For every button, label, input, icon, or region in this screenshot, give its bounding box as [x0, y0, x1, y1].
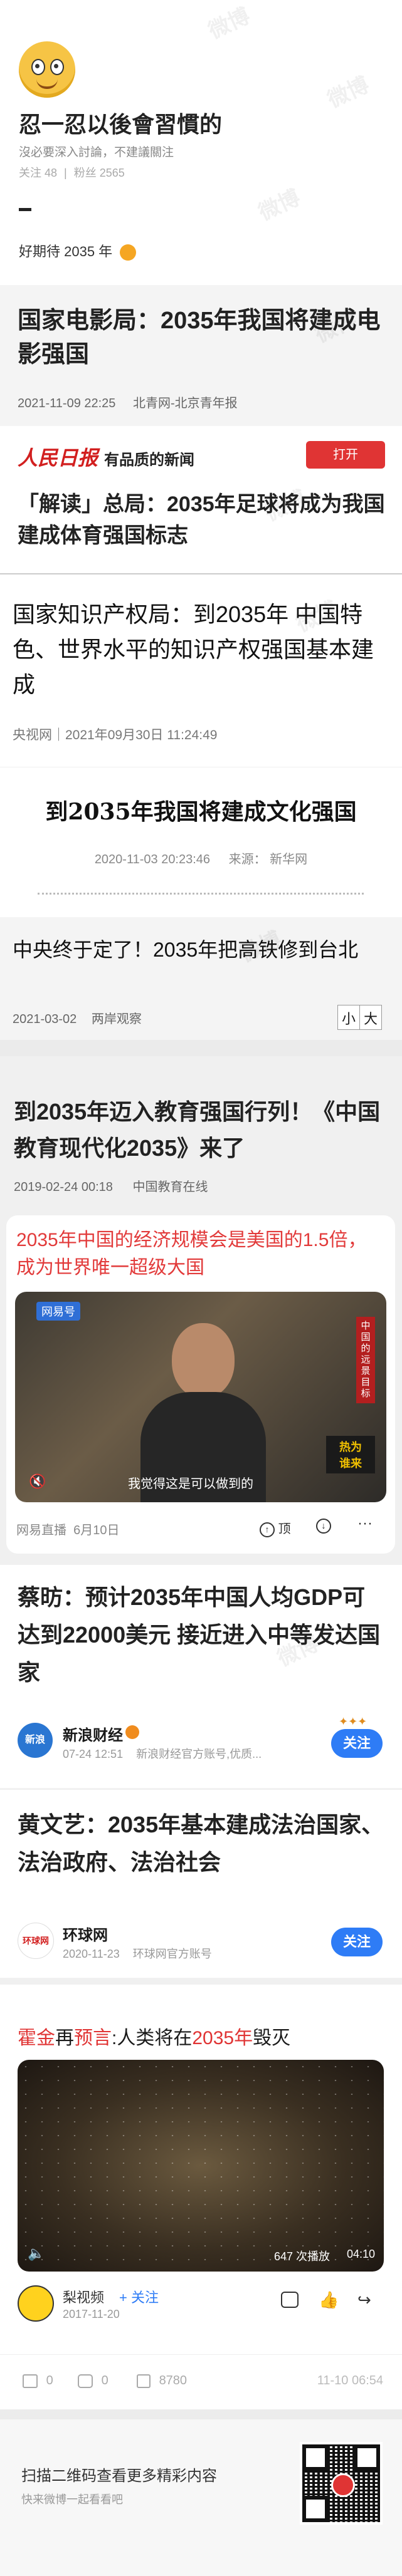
follow-button[interactable]: 关注	[331, 1729, 383, 1758]
article-date: 2021-03-02	[13, 1012, 77, 1026]
open-app-button[interactable]: 打开	[306, 441, 385, 469]
follow-link[interactable]: + 关注	[119, 2287, 159, 2307]
post-title: 黄文艺：2035年基本建成法治国家、法治政府、法治社会	[18, 1812, 384, 1875]
article-meta: 2019-02-24 00:18 中国教育在线	[14, 1176, 208, 1195]
repost-count[interactable]: 0	[23, 2374, 53, 2388]
article-card-film[interactable]: 国家电影局：2035年我国将建成电影强国 2021-11-09 22:25 北青…	[0, 285, 402, 426]
dash-icon	[19, 208, 31, 211]
video-card[interactable]: 2035年中国的经济规模会是美国的1.5倍，成为世界唯一超级大国 网易号 中国的…	[6, 1215, 395, 1554]
profile-name: 忍一忍以後會習慣的	[19, 112, 223, 137]
qr-code[interactable]	[300, 2442, 383, 2525]
share-icon[interactable]: ↪	[357, 2290, 371, 2310]
footer-line1: 扫描二维码查看更多精彩内容	[21, 2468, 217, 2485]
video-source-badge: 网易号	[36, 1302, 80, 1321]
article-card-rail[interactable]: 中央终于定了！2035年把高铁修到台北 2021-03-02 两岸观察 小 大 …	[0, 917, 402, 1040]
mute-icon[interactable]: 🔈	[28, 2245, 45, 2262]
comment-icon	[78, 2374, 93, 2388]
article-title: 国家电影局：2035年我国将建成电影强国	[18, 308, 381, 368]
upvote-button[interactable]: ↑ 顶	[260, 1519, 291, 1537]
brand-logo: 人民日报	[18, 446, 98, 470]
avatar[interactable]	[19, 41, 75, 98]
article-date: 2021-11-09 22:25	[18, 397, 116, 410]
more-icon[interactable]: ···	[357, 1515, 373, 1532]
post-text: 好期待 2035 年	[19, 244, 113, 259]
post-stats-bar: 0 0 8780 11-10 06:54	[0, 2354, 402, 2410]
article-title: 国家知识产权局：到2035年 中国特色、世界水平的知识产权强国基本建成	[13, 601, 374, 697]
article-source: 来源： 新华网	[228, 853, 308, 866]
article-source: 中国教育在线	[132, 1180, 208, 1194]
video-duration: 04:10	[346, 2248, 375, 2260]
comment-count[interactable]: 0	[78, 2374, 108, 2388]
weibo-post-law[interactable]: 黄文艺：2035年基本建成法治国家、法治政府、法治社会 环球网 环球网 2020…	[0, 1789, 402, 1978]
fans-count[interactable]: 粉丝 2565	[74, 167, 125, 179]
festive-decoration-icon: ✦✦✦	[339, 1715, 368, 1728]
video-player[interactable]: 🔈 647 次播放 04:10	[18, 2060, 384, 2272]
post-title: 蔡昉：预计2035年中国人均GDP可达到22000美元 接近进入中等发达国家	[18, 1584, 381, 1685]
article-date: 2019-02-24 00:18	[14, 1180, 113, 1194]
brand-slogan: 有品质的新闻	[104, 450, 194, 469]
profile-stats: 关注 48 | 粉丝 2565	[19, 167, 125, 179]
down-arrow-icon[interactable]: ↓	[316, 1519, 331, 1534]
video-footer: 网易直播 6月10日	[16, 1524, 120, 1537]
article-date: 2020-11-03 20:23:46	[94, 853, 211, 866]
post-headline: 霍金再预言:人类将在2035年毁灭	[18, 2028, 291, 2049]
video-views: 647 次播放	[273, 2250, 330, 2263]
stars-overlay	[18, 2060, 384, 2272]
video-tag: 热为 谁来	[326, 1436, 375, 1473]
user-name[interactable]: 新浪财经	[63, 1723, 123, 1745]
weibo-post-gdp[interactable]: 蔡昉：预计2035年中国人均GDP可达到22000美元 接近进入中等发达国家 新…	[0, 1565, 402, 1788]
video-player[interactable]: 网易号 中国的远景目标 热为 谁来 我觉得这是可以做到的 🔇	[15, 1292, 386, 1502]
font-size-toggle: 小 大	[337, 1005, 383, 1030]
section-divider	[0, 1040, 402, 1056]
like-icon[interactable]: 👍	[319, 2290, 339, 2310]
thumb-icon	[137, 2374, 151, 2388]
up-arrow-icon: ↑	[260, 1522, 275, 1537]
article-title: 中央终于定了！2035年把高铁修到台北	[13, 938, 359, 961]
video-side-label: 中国的远景目标	[356, 1317, 375, 1403]
follow-count[interactable]: 关注 48	[19, 167, 57, 179]
article-meta: 央视网｜2021年09月30日 11:24:49	[13, 728, 218, 742]
user-name[interactable]: 环球网	[63, 1923, 108, 1945]
article-card-football[interactable]: 人民日报 有品质的新闻 打开 「解读」总局：2035年足球将成为我国建成体育强国…	[0, 426, 402, 574]
user-avatar[interactable]: 环球网	[18, 1923, 54, 1959]
comment-icon[interactable]	[281, 2292, 299, 2308]
post-meta: 07-24 12:51 新浪财经官方账号,优质...	[63, 1748, 262, 1760]
footer-line2: 快来微博一起看看吧	[21, 2493, 123, 2506]
weibo-logo-icon	[331, 2473, 355, 2497]
user-avatar[interactable]: 新浪	[18, 1723, 53, 1758]
profile-header: 忍一忍以後會習慣的 沒必要深入討論，不建議關注 关注 48 | 粉丝 2565 …	[0, 0, 402, 285]
footer: 扫描二维码查看更多精彩内容 快来微博一起看看吧	[0, 2409, 402, 2576]
profile-bio: 沒必要深入討論，不建議關注	[19, 146, 174, 159]
article-meta: 2020-11-03 20:23:46 来源： 新华网	[0, 849, 402, 867]
excited-emoji-icon	[120, 244, 137, 261]
mute-icon[interactable]: 🔇	[29, 1473, 46, 1490]
article-card-ip[interactable]: 国家知识产权局：到2035年 中国特色、世界水平的知识产权强国基本建成 央视网｜…	[0, 574, 402, 767]
article-meta: 2021-11-09 22:25 北青网-北京青年报	[18, 393, 238, 411]
font-big-button[interactable]: 大	[360, 1005, 381, 1029]
article-title: 到2035年迈入教育强国行列！《中国教育现代化2035》来了	[14, 1099, 381, 1161]
follow-button[interactable]: 关注	[331, 1928, 383, 1956]
like-count[interactable]: 8780	[137, 2374, 187, 2388]
video-headline: 2035年中国的经济规模会是美国的1.5倍，成为世界唯一超级大国	[16, 1230, 367, 1278]
article-source: 北青网-北京青年报	[133, 397, 238, 410]
post-timestamp: 11-10 06:54	[317, 2374, 383, 2387]
article-source: 两岸观察	[91, 1012, 142, 1026]
cut-text-line	[38, 893, 364, 898]
article-meta: 2021-03-02 两岸观察	[13, 1009, 142, 1027]
verified-icon	[125, 1725, 139, 1739]
weibo-post-hawking[interactable]: 霍金再预言:人类将在2035年毁灭 🔈 647 次播放 04:10 梨视频 + …	[0, 1978, 402, 2360]
article-title: 「解读」总局：2035年足球将成为我国建成体育强国标志	[18, 492, 385, 548]
article-card-education[interactable]: 到2035年迈入教育强国行列！《中国教育现代化2035》来了 2019-02-2…	[0, 1056, 402, 1565]
video-caption: 我觉得这是可以做到的	[128, 1477, 253, 1491]
repost-icon	[23, 2374, 38, 2388]
user-avatar[interactable]	[18, 2285, 54, 2322]
article-title: 到2035年我国将建成文化强国	[45, 799, 357, 825]
post-date: 2017-11-20	[63, 2308, 120, 2320]
post-text-row: 好期待 2035 年	[19, 241, 137, 261]
font-small-button[interactable]: 小	[338, 1005, 361, 1029]
article-card-culture[interactable]: 到2035年我国将建成文化强国 2020-11-03 20:23:46 来源： …	[0, 767, 402, 918]
post-meta: 2020-11-23 环球网官方账号	[63, 1948, 212, 1960]
user-name[interactable]: 梨视频	[63, 2287, 104, 2307]
